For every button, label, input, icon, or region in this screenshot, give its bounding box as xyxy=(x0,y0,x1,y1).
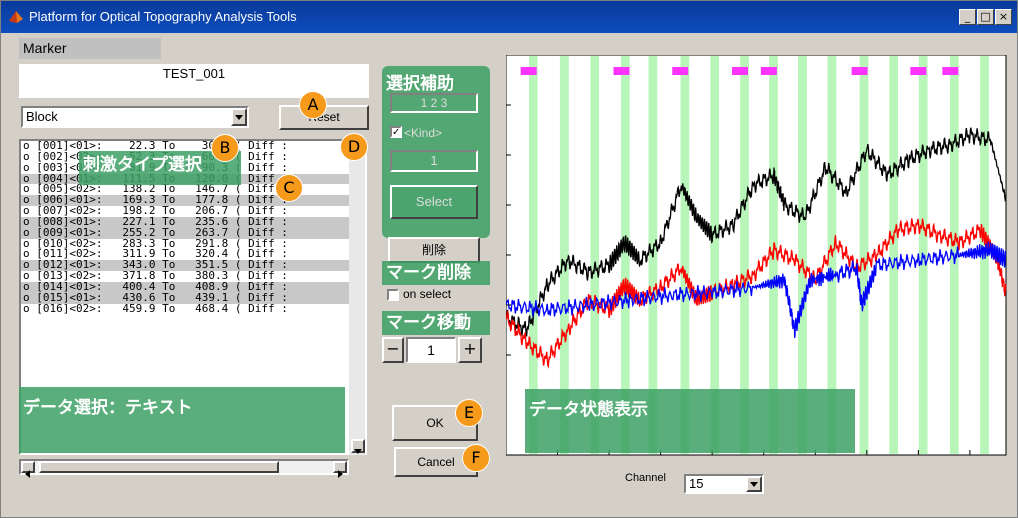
kind-value-field[interactable]: 1 xyxy=(390,150,478,172)
stim-marker xyxy=(520,67,537,75)
x-tick-label: 450 xyxy=(960,460,980,461)
marker-f: F xyxy=(462,444,490,472)
chevron-down-icon[interactable] xyxy=(746,476,762,492)
marker-b: B xyxy=(211,134,239,162)
app-window: Platform for Optical Topography Analysis… xyxy=(0,0,1018,518)
matlab-icon xyxy=(9,11,23,23)
block-select[interactable]: Block xyxy=(21,106,249,128)
minimize-button[interactable]: _ xyxy=(959,9,976,25)
chevron-down-icon[interactable] xyxy=(231,108,247,126)
step-value-field[interactable]: 1 xyxy=(406,337,456,363)
stim-marker xyxy=(613,67,630,75)
kind-checkbox[interactable]: ✓ xyxy=(390,126,402,138)
scroll-right-icon[interactable] xyxy=(333,461,347,478)
on-select-checkbox[interactable] xyxy=(387,289,399,301)
mark-move-label: マーク移動 xyxy=(382,311,490,335)
stim-marker xyxy=(760,67,777,75)
assist-label: 選択補助 xyxy=(386,74,454,94)
scroll-left-icon[interactable] xyxy=(21,461,35,478)
marker-c: C xyxy=(275,174,303,202)
marker-a: A xyxy=(299,91,327,119)
stim-marker xyxy=(910,67,927,75)
data-state-overlay: データ状態表示 xyxy=(525,389,855,453)
x-tick-label: 200 xyxy=(702,460,722,461)
marker-e: E xyxy=(455,399,483,427)
stim-block xyxy=(889,56,899,454)
vertical-scrollbar[interactable] xyxy=(349,139,365,455)
mark-delete-label: マーク削除 xyxy=(382,261,490,285)
kind-numbers-field: 1 2 3 xyxy=(390,93,478,113)
stim-marker xyxy=(672,67,689,75)
block-select-value: Block xyxy=(26,109,58,124)
x-tick-label: 300 xyxy=(805,460,825,461)
select-button[interactable]: Select xyxy=(390,185,478,219)
channel-value: 15 xyxy=(689,476,704,491)
kind-checkbox-label: <Kind> xyxy=(404,126,443,140)
stim-marker xyxy=(942,67,959,75)
x-tick-label: 100 xyxy=(599,460,619,461)
stim-marker xyxy=(851,67,868,75)
x-tick-label: 50 xyxy=(551,460,565,461)
scroll-thumb[interactable] xyxy=(39,461,279,473)
marker-label: Marker xyxy=(19,38,161,59)
x-tick-label: 350 xyxy=(857,460,877,461)
data-select-text-label: データ選択：テキスト xyxy=(23,398,193,418)
channel-label: Channel xyxy=(625,472,666,484)
title-bar[interactable]: Platform for Optical Topography Analysis… xyxy=(1,1,1017,33)
x-tick-label: 150 xyxy=(651,460,671,461)
maximize-button[interactable]: □ xyxy=(977,9,994,25)
window-title: Platform for Optical Topography Analysis… xyxy=(29,9,297,24)
delete-button[interactable]: 削除 xyxy=(388,237,480,263)
close-button[interactable]: × xyxy=(995,9,1012,25)
marker-d: D xyxy=(340,133,368,161)
scroll-down-icon[interactable] xyxy=(351,439,365,454)
step-plus-button[interactable]: + xyxy=(458,337,482,363)
channel-select[interactable]: 15 xyxy=(684,474,764,494)
step-minus-button[interactable]: − xyxy=(382,337,404,363)
stim-marker xyxy=(732,67,749,75)
list-item[interactable]: o [016]<02>: 459.9 To 468.4 ( Diff : xyxy=(21,303,365,315)
data-state-label: データ状態表示 xyxy=(529,400,648,420)
data-select-text-overlay: データ選択：テキスト xyxy=(19,387,345,453)
x-tick-label: 0 xyxy=(506,460,510,461)
x-tick-label: 250 xyxy=(754,460,774,461)
on-select-label: on select xyxy=(403,287,452,301)
x-tick-label: 400 xyxy=(908,460,928,461)
